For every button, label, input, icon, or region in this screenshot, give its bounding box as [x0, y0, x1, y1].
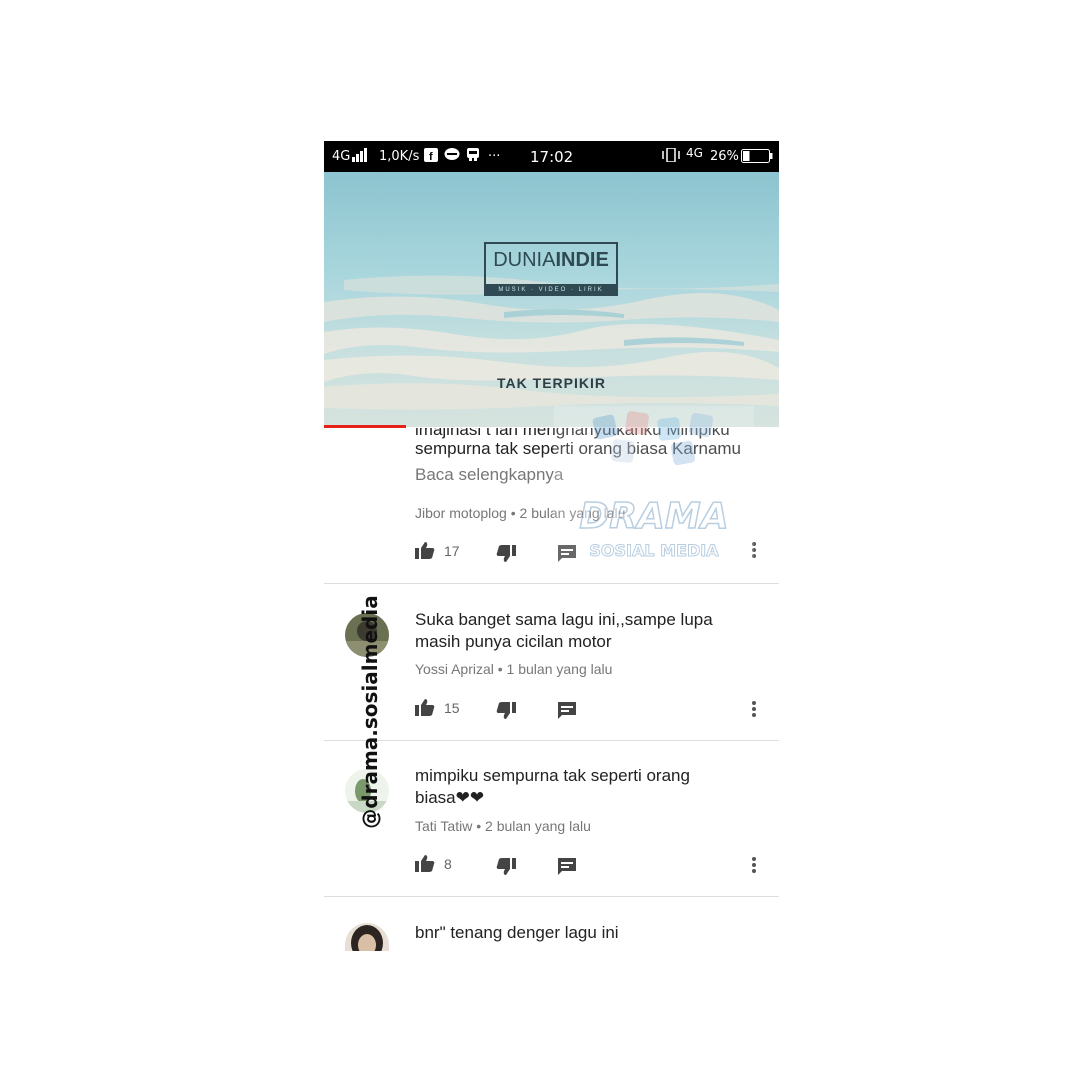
comment-author[interactable]: Tati Tatiw	[415, 818, 472, 834]
comment-meta: Tati Tatiw • 2 bulan yang lalu	[415, 818, 591, 834]
dislike-button[interactable]	[496, 858, 516, 881]
thumbs-up-icon	[415, 699, 435, 716]
logo-subtitle: MUSIK · VIDEO · LIRIK	[484, 285, 618, 296]
meta-separator: •	[497, 661, 503, 677]
comment-divider	[324, 740, 779, 741]
status-bar: 4G 1,0K/s f ··· 17:02 4G 26%	[324, 141, 779, 172]
comment-author[interactable]: Yossi Aprizal	[415, 661, 494, 677]
like-count: 17	[444, 543, 460, 559]
comment-author[interactable]: Jibor motoplog	[415, 505, 507, 521]
more-vertical-icon	[752, 857, 756, 873]
signal-icon	[352, 148, 368, 166]
reply-comment-icon	[558, 858, 576, 875]
phone-screen: 4G 1,0K/s f ··· 17:02 4G 26% DUNIAINDIE …	[324, 141, 779, 951]
data-speed: 1,0K/s	[379, 149, 420, 164]
thumbs-up-icon	[415, 542, 435, 559]
comment-options-button[interactable]	[751, 700, 757, 723]
read-more-link[interactable]: Baca selengkapnya	[415, 465, 563, 485]
account-handle-watermark: @drama.sosialmedia	[358, 595, 382, 829]
dislike-button[interactable]	[496, 545, 516, 568]
vibrate-icon	[662, 147, 680, 166]
meta-separator: •	[476, 818, 482, 834]
like-button[interactable]	[415, 854, 435, 877]
network-indicator-right: 4G	[686, 146, 703, 160]
watermark-title: DRAMA	[579, 496, 728, 537]
drama-sosial-media-watermark: DRAMA SOSIAL MEDIA	[554, 406, 754, 581]
comment-time: 2 bulan yang lalu	[485, 818, 591, 834]
reply-comment-icon	[558, 702, 576, 719]
line-chat-icon	[444, 148, 460, 166]
bbm-icon	[466, 148, 480, 166]
meta-separator: •	[510, 505, 516, 521]
comment-time: 1 bulan yang lalu	[506, 661, 613, 677]
reply-button[interactable]	[558, 702, 576, 725]
comment-divider	[324, 896, 779, 897]
video-title: TAK TERPIKIR	[497, 375, 606, 391]
comment-text: bnr" tenang denger lagu ini	[415, 923, 619, 942]
more-notifications: ···	[488, 149, 501, 164]
comment-text: mimpiku sempurna tak seperti orang biasa…	[415, 766, 690, 807]
facebook-icon: f	[424, 148, 438, 166]
thumbs-up-icon	[415, 855, 435, 872]
network-indicator: 4G	[332, 149, 351, 164]
like-button[interactable]	[415, 698, 435, 721]
like-count: 15	[444, 700, 460, 716]
thumbs-down-icon	[496, 545, 516, 562]
video-player[interactable]: DUNIAINDIE MUSIK · VIDEO · LIRIK TAK TER…	[324, 172, 779, 427]
dislike-button[interactable]	[496, 702, 516, 725]
thumbs-down-icon	[496, 702, 516, 719]
comment-meta: Yossi Aprizal • 1 bulan yang lalu	[415, 661, 612, 677]
svg-text:f: f	[429, 151, 433, 162]
like-button[interactable]	[415, 541, 435, 564]
battery-percent: 26%	[710, 149, 739, 164]
thumbs-down-icon	[496, 858, 516, 875]
logo-text-light: DUNIA	[493, 249, 556, 271]
comment-divider	[324, 583, 779, 584]
avatar[interactable]	[345, 923, 389, 951]
comment-text: Suka banget sama lagu ini,,sampe lupa ma…	[415, 610, 713, 651]
more-vertical-icon	[752, 701, 756, 717]
reply-button[interactable]	[558, 858, 576, 881]
logo-text-bold: INDIE	[555, 249, 609, 271]
comment-options-button[interactable]	[751, 856, 757, 879]
clock: 17:02	[530, 148, 574, 166]
battery-icon	[741, 149, 773, 167]
like-count: 8	[444, 856, 452, 872]
video-progress-bar[interactable]	[324, 425, 406, 428]
dunia-indie-logo: DUNIAINDIE MUSIK · VIDEO · LIRIK	[484, 242, 618, 296]
watermark-subtitle: SOSIAL MEDIA	[589, 541, 719, 560]
